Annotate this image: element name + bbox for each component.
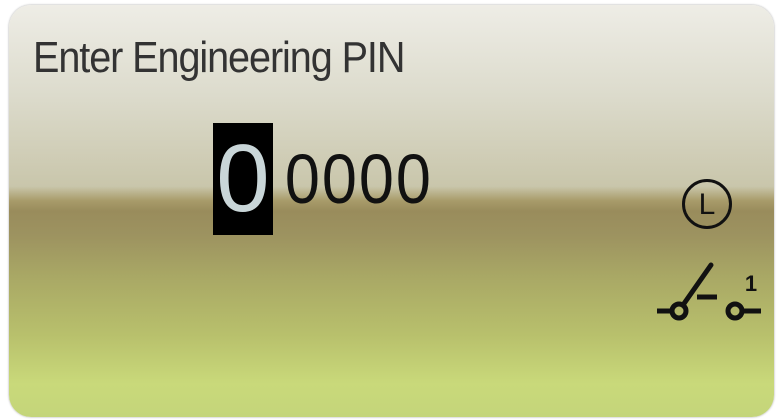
switch-position-icon: 1 [657,262,761,321]
pin-entry[interactable]: 0 0 0 0 0 [213,123,431,235]
pin-prompt-title: Enter Engineering PIN [33,33,405,82]
switch-position-number: 1 [745,271,757,296]
pin-digit-5[interactable]: 0 [396,123,431,235]
pin-digit-1[interactable]: 0 [213,123,273,235]
mode-l-icon: L [682,179,732,229]
pin-digit-3[interactable]: 0 [322,123,357,235]
pin-digit-4[interactable]: 0 [359,123,394,235]
engineering-pin-screen: Enter Engineering PIN 0 0 0 0 0 L 1 [9,5,774,417]
mode-l-letter: L [699,188,716,221]
pin-digit-2[interactable]: 0 [285,123,320,235]
